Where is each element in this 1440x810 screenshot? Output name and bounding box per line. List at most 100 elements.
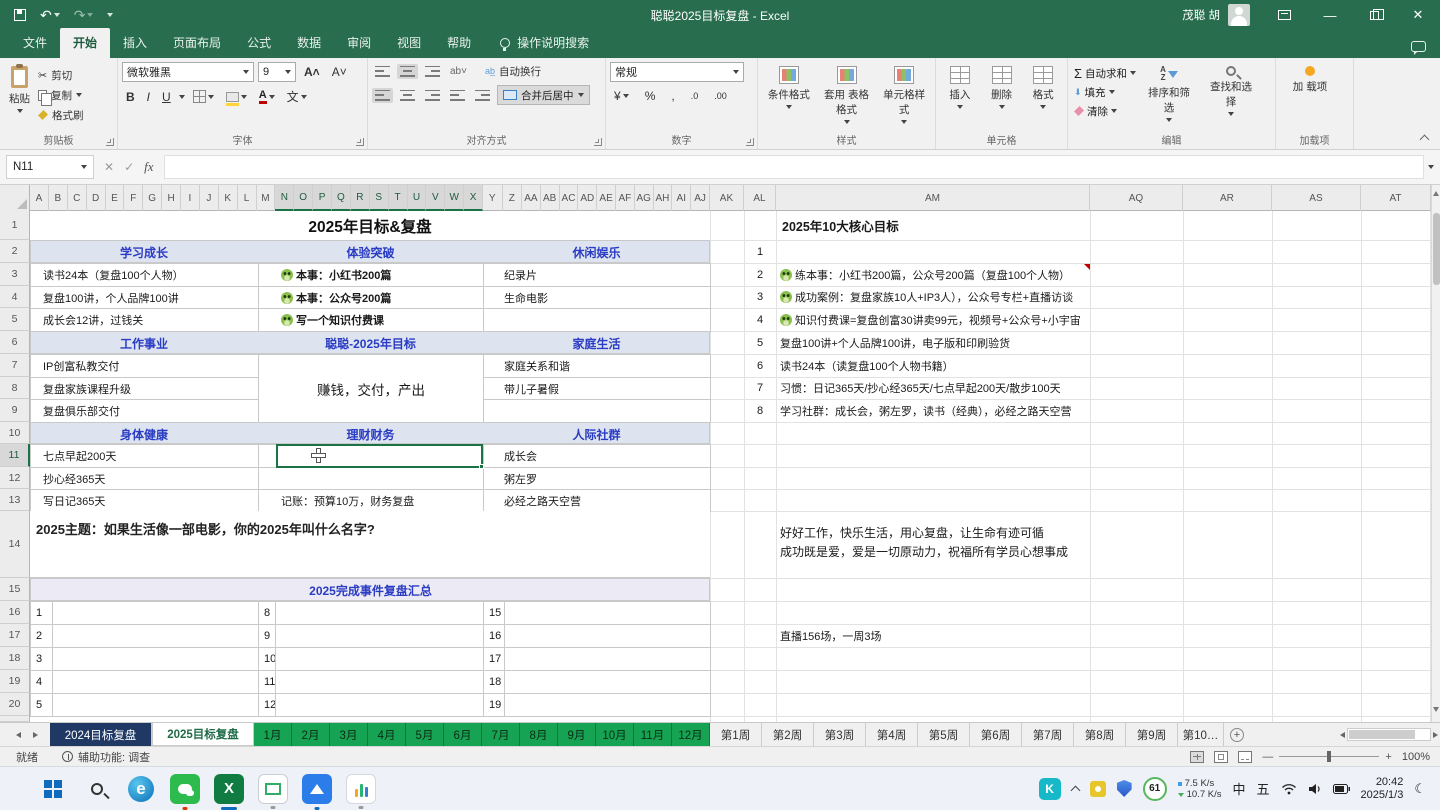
cell-r12-c2[interactable]: 粥左罗 [483,467,711,490]
sheet-tab-week-5[interactable]: 第5周 [918,723,970,746]
name-box[interactable]: N11 [6,155,94,179]
fill-handle[interactable] [479,464,484,469]
wifi-icon[interactable] [1281,783,1297,795]
prev-sheet-icon[interactable] [16,732,21,738]
addins-button[interactable]: 加 载项 [1280,62,1340,98]
zoom-in-button[interactable]: + [1385,751,1391,763]
row-header-14[interactable]: 14 [0,511,30,578]
row-header-16[interactable]: 16 [0,601,30,624]
sort-filter-button[interactable]: AZ 排序和筛选 [1138,62,1200,133]
sheet-tab-2024[interactable]: 2024目标复盘 [50,723,152,746]
num-cell-r17-c0[interactable]: 2 [30,624,53,648]
excel-taskbar-button[interactable]: X [214,774,244,804]
zoom-slider[interactable] [1279,756,1379,757]
column-header-G[interactable]: G [143,185,162,211]
core-goal-item-6[interactable]: 读书24本（读复盘100个人物书籍） [780,354,954,377]
num-cell-r19-c0[interactable]: 4 [30,670,53,694]
num-rest-r18-c0[interactable] [52,647,259,671]
redo-button[interactable]: ↷ [74,7,94,24]
column-header-Z[interactable]: Z [503,185,523,211]
night-mode-icon[interactable]: ☾ [1414,781,1426,797]
row-header-19[interactable]: 19 [0,670,30,693]
column-header-AF[interactable]: AF [616,185,635,211]
collapse-ribbon-chevron[interactable] [1420,135,1430,145]
capture-tool-button[interactable] [258,774,288,804]
sheet-tab-week-2[interactable]: 第2周 [762,723,814,746]
vertical-scroll-thumb[interactable] [1433,213,1440,285]
column-header-J[interactable]: J [200,185,219,211]
decrease-indent-button[interactable] [447,88,468,103]
num-cell-r20-c1[interactable]: 12 [258,693,276,717]
column-header-A[interactable]: A [30,185,49,211]
menu-tab-1[interactable]: 开始 [60,28,110,58]
accounting-format-button[interactable]: ¥ [610,88,633,104]
restore-button[interactable] [1352,0,1396,30]
find-select-button[interactable]: 查找和选择 [1200,62,1262,133]
insert-cells-button[interactable]: 插入 [940,62,980,133]
column-header-AE[interactable]: AE [597,185,616,211]
grid-body[interactable]: 12345678910111213141516171819202025年目标&复… [0,211,1431,722]
font-size-select[interactable]: 9 [258,62,296,82]
align-bottom-button[interactable] [422,64,443,79]
cell-styles-button[interactable]: 单元格样式 [877,62,931,133]
column-header-N[interactable]: N [275,185,294,211]
comma-button[interactable]: , [667,88,678,104]
wechat-button[interactable] [170,774,200,804]
font-dialog-launcher[interactable] [356,138,364,146]
number-dialog-launcher[interactable] [746,138,754,146]
fill-button[interactable]: ⬇填充 [1072,83,1138,101]
column-header-AK[interactable]: AK [710,185,744,211]
num-cell-r16-c0[interactable]: 1 [30,601,53,625]
ime-indicator[interactable]: 中 [1232,779,1245,798]
column-header-V[interactable]: V [426,185,445,211]
start-button[interactable] [38,774,68,804]
paste-button[interactable]: 粘贴 [4,62,35,124]
cell-r3-c1[interactable]: 本事：小红书200篇 [258,263,484,287]
formula-input[interactable] [164,155,1424,179]
scroll-down-icon[interactable] [1433,707,1439,712]
edge-button[interactable]: e [126,774,156,804]
column-header-S[interactable]: S [370,185,389,211]
sheet-tab-month-12[interactable]: 12月 [672,723,710,746]
delete-cells-button[interactable]: 删除 [982,62,1022,133]
column-header-AB[interactable]: AB [541,185,560,211]
row-header-17[interactable]: 17 [0,624,30,647]
column-header-AT[interactable]: AT [1361,185,1431,211]
cell-r13-c2[interactable]: 必经之路天空营 [483,489,711,512]
format-cells-button[interactable]: 格式 [1023,62,1063,133]
core-goal-item-8[interactable]: 学习社群：成长会，粥左罗，读书（经典），必经之路天空营 [780,399,1072,422]
sheet-tab-week-1[interactable]: 第1周 [710,723,762,746]
num-cell-r18-c2[interactable]: 17 [483,647,505,671]
row-header-13[interactable]: 13 [0,489,30,511]
menu-tab-5[interactable]: 数据 [284,28,334,58]
align-center-button[interactable] [397,88,418,103]
cell-r5-c0[interactable]: 成长会12讲，过钱关 [30,308,259,332]
num-cell-r18-c1[interactable]: 10 [258,647,276,671]
column-header-E[interactable]: E [106,185,125,211]
clipboard-dialog-launcher[interactable] [106,138,114,146]
tray-expand-icon[interactable] [1070,785,1080,795]
sheet-tab-month-6[interactable]: 6月 [444,723,482,746]
grow-font-button[interactable]: A˄ [300,64,324,80]
menu-tab-3[interactable]: 页面布局 [160,28,234,58]
sheet-tab-week-8[interactable]: 第8周 [1074,723,1126,746]
menu-tab-0[interactable]: 文件 [10,28,60,58]
cell-r3-c0[interactable]: 读书24本（复盘100个人物） [30,263,259,287]
clear-button[interactable]: 清除 [1072,102,1138,120]
column-header-O[interactable]: O [294,185,313,211]
column-header-AS[interactable]: AS [1272,185,1361,211]
enter-icon[interactable]: ✓ [124,160,134,174]
conditional-formatting-button[interactable]: 条件格式 [762,62,816,133]
num-cell-r19-c1[interactable]: 11 [258,670,276,694]
select-all-button[interactable] [0,185,30,211]
wrap-text-button[interactable]: ab̲自动换行 [482,62,544,80]
zoom-slider-thumb[interactable] [1327,751,1331,762]
battery-icon[interactable] [1333,784,1350,794]
column-header-K[interactable]: K [219,185,238,211]
cell-r9-c0[interactable]: 复盘俱乐部交付 [30,399,259,423]
bold-button[interactable]: B [122,89,139,105]
decrease-decimal-button[interactable]: .00 [710,90,731,102]
cell-r11-c0[interactable]: 七点早起200天 [30,444,259,468]
column-header-Y[interactable]: Y [483,185,503,211]
menu-tab-4[interactable]: 公式 [234,28,284,58]
